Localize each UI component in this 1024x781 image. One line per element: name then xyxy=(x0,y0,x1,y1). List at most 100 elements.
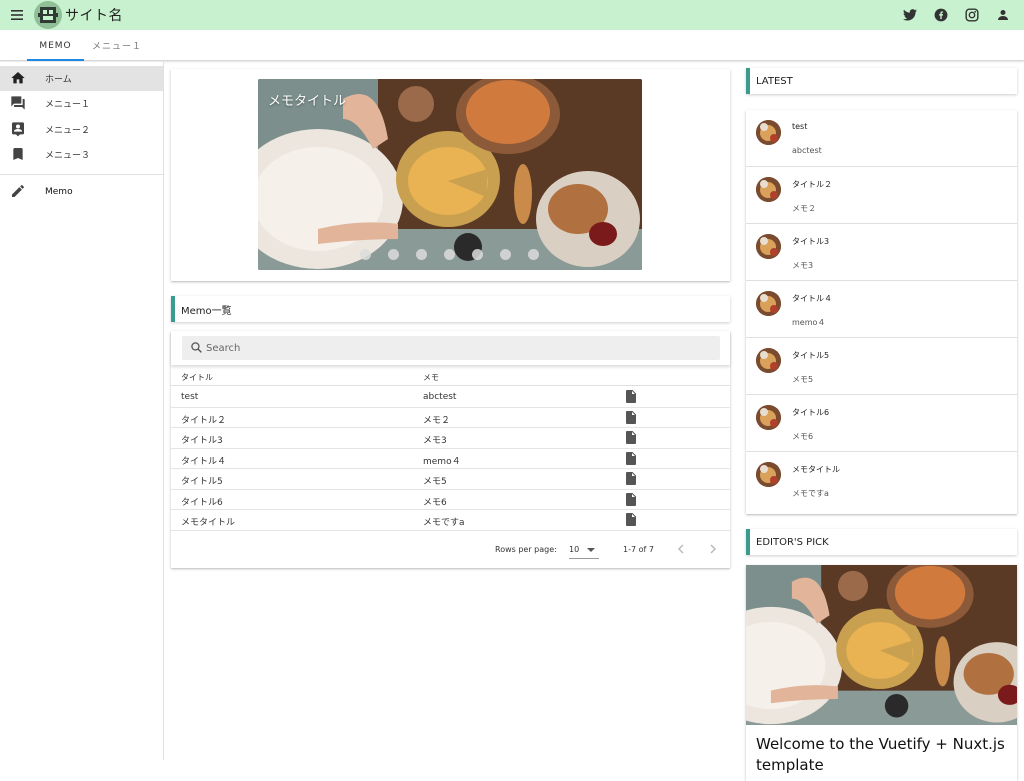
cell-title: タイトル6 xyxy=(181,497,223,508)
column-header-memo[interactable]: メモ xyxy=(423,372,439,383)
memo-list-heading: Memo一覧 xyxy=(171,296,730,322)
app-bar: サイト名 xyxy=(0,0,1024,30)
carousel-card: メモタイトル xyxy=(171,69,730,281)
editors-pick-title: Welcome to the Vuetify + Nuxt.js templat… xyxy=(756,735,1005,774)
sidebar-item-label: Memo xyxy=(45,186,73,197)
editors-pick-card[interactable]: Welcome to the Vuetify + Nuxt.js templat… xyxy=(746,565,1017,781)
table-row: タイトル6 メモ6 xyxy=(171,490,730,510)
table-row: タイトル3 メモ3 xyxy=(171,428,730,449)
document-icon[interactable] xyxy=(625,390,637,403)
table-row: test abctest xyxy=(171,387,730,408)
carousel-dot[interactable] xyxy=(444,249,455,260)
logo[interactable] xyxy=(34,1,62,29)
document-icon[interactable] xyxy=(625,410,637,424)
home-icon xyxy=(11,72,25,84)
account-box-icon xyxy=(12,122,24,137)
search-bar[interactable] xyxy=(182,336,720,360)
carousel[interactable]: メモタイトル xyxy=(258,79,642,270)
pencil-icon xyxy=(12,185,24,197)
avatar xyxy=(756,291,781,316)
table-row: タイトル４ memo４ xyxy=(171,449,730,469)
account-icon[interactable] xyxy=(987,0,1018,30)
prev-page-button[interactable] xyxy=(672,540,690,558)
carousel-dot[interactable] xyxy=(360,249,371,260)
sidebar-item-menu1[interactable]: メニュー１ xyxy=(0,91,163,116)
cell-title: タイトル3 xyxy=(181,436,223,446)
list-item[interactable]: メモタイトル メモですa xyxy=(746,452,1017,509)
table-row: タイトル5 メモ5 xyxy=(171,469,730,490)
list-item-title: test xyxy=(792,122,808,131)
list-item[interactable]: タイトル5 メモ5 xyxy=(746,338,1017,395)
list-item-subtitle: memo４ xyxy=(792,318,826,327)
sidebar-divider xyxy=(0,174,163,175)
document-icon[interactable] xyxy=(625,451,637,465)
cell-title: test xyxy=(181,392,199,402)
page-info: 1-7 of 7 xyxy=(623,545,654,554)
column-header-title[interactable]: タイトル xyxy=(181,372,213,383)
carousel-dot[interactable] xyxy=(416,249,427,260)
avatar xyxy=(756,405,781,430)
tab-menu1[interactable]: メニュー１ xyxy=(86,30,148,61)
cell-memo: memo４ xyxy=(423,456,461,467)
editors-pick-heading: EDITOR'S PICK xyxy=(746,529,1017,555)
latest-list: test abctest タイトル２ メモ２ タイトル3 メモ3 タイトル４ m… xyxy=(746,110,1017,514)
memo-table-card: タイトル メモ test abctest タイトル２ メモ２ タイトル3 メモ3… xyxy=(171,331,730,568)
chevron-left-icon xyxy=(677,544,684,554)
next-page-button[interactable] xyxy=(704,540,722,558)
list-item-subtitle: abctest xyxy=(792,146,822,155)
list-item[interactable]: タイトル3 メモ3 xyxy=(746,224,1017,281)
rows-per-page-select[interactable]: 10 xyxy=(569,540,599,559)
sidebar-item-menu3[interactable]: メニュー３ xyxy=(0,142,163,167)
avatar xyxy=(756,348,781,373)
document-icon[interactable] xyxy=(625,492,637,506)
cell-title: メモタイトル xyxy=(181,518,236,528)
forum-icon xyxy=(11,96,25,110)
document-icon[interactable] xyxy=(625,431,637,444)
rows-per-page-label: Rows per page: xyxy=(495,545,557,554)
sidebar-item-label: メニュー３ xyxy=(45,151,91,161)
list-item-title: タイトル6 xyxy=(792,408,830,417)
facebook-icon[interactable] xyxy=(925,0,956,30)
carousel-dot[interactable] xyxy=(500,249,511,260)
latest-heading: LATEST xyxy=(746,68,1017,94)
list-item-title: メモタイトル xyxy=(792,465,840,474)
sidebar-item-memo[interactable]: Memo xyxy=(0,179,163,204)
sidebar-item-label: ホーム xyxy=(45,75,72,85)
rows-per-page-value: 10 xyxy=(569,545,580,554)
document-icon[interactable] xyxy=(625,472,637,485)
list-item[interactable]: test abctest xyxy=(746,110,1017,167)
tab-indicator xyxy=(27,59,84,61)
instagram-icon[interactable] xyxy=(956,0,987,30)
document-icon[interactable] xyxy=(625,513,637,526)
carousel-dot[interactable] xyxy=(472,249,483,260)
list-item[interactable]: タイトル6 メモ6 xyxy=(746,395,1017,452)
list-item-subtitle: メモ3 xyxy=(792,261,814,270)
list-item[interactable]: タイトル２ メモ２ xyxy=(746,167,1017,224)
twitter-icon[interactable] xyxy=(894,0,925,30)
sidebar-item-menu2[interactable]: メニュー２ xyxy=(0,117,163,142)
chevron-right-icon xyxy=(710,544,717,554)
list-item-title: タイトル5 xyxy=(792,351,830,360)
list-item[interactable]: タイトル４ memo４ xyxy=(746,281,1017,338)
avatar xyxy=(756,234,781,259)
sidebar-item-label: メニュー１ xyxy=(45,100,91,110)
tab-bar: MEMO メニュー１ xyxy=(0,30,1024,61)
list-item-subtitle: メモ２ xyxy=(792,204,816,213)
table-footer: Rows per page: 10 1-7 of 7 xyxy=(171,531,730,568)
cell-memo: abctest xyxy=(423,392,457,402)
tab-memo[interactable]: MEMO xyxy=(27,30,84,61)
editors-pick-image xyxy=(746,565,1017,725)
search-input[interactable] xyxy=(206,342,686,354)
list-item-title: タイトル２ xyxy=(792,180,832,189)
carousel-dot[interactable] xyxy=(528,249,539,260)
menu-icon[interactable] xyxy=(0,0,34,30)
chevron-down-icon xyxy=(587,548,595,552)
cell-memo: メモですa xyxy=(423,518,465,528)
list-item-subtitle: メモですa xyxy=(792,489,829,498)
carousel-title: メモタイトル xyxy=(268,94,347,109)
carousel-dot[interactable] xyxy=(388,249,399,260)
avatar xyxy=(756,462,781,487)
site-name[interactable]: サイト名 xyxy=(65,5,123,25)
sidebar-item-home[interactable]: ホーム xyxy=(0,66,163,91)
bookmark-icon xyxy=(13,148,23,160)
